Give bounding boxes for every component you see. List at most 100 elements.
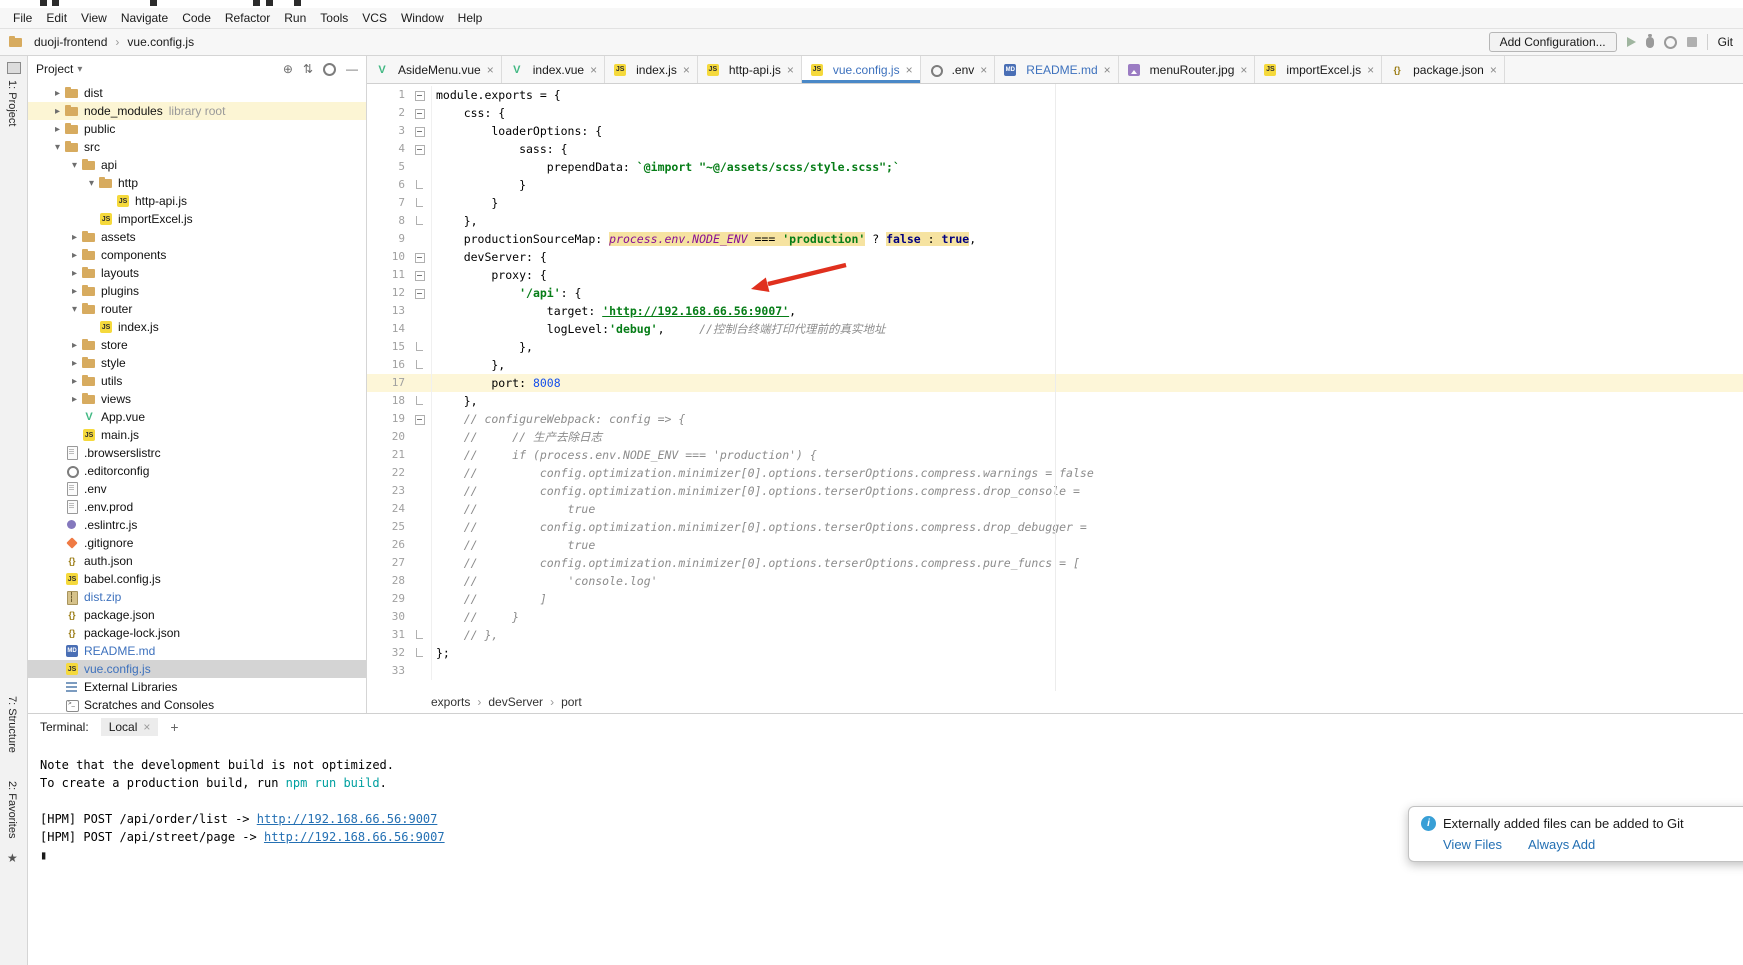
editor-tab[interactable]: package.json× — [1382, 56, 1505, 83]
tree-item[interactable]: .env — [28, 480, 366, 498]
tree-item[interactable]: ▸layouts — [28, 264, 366, 282]
terminal-tab-local[interactable]: Local × — [101, 718, 159, 736]
editor-tab[interactable]: index.js× — [605, 56, 698, 83]
tree-item[interactable]: package-lock.json — [28, 624, 366, 642]
tree-item[interactable]: auth.json — [28, 552, 366, 570]
tree-item[interactable]: index.js — [28, 318, 366, 336]
fold-start-icon[interactable] — [409, 248, 432, 266]
tab-close-icon[interactable]: × — [1104, 63, 1111, 77]
fold-end-icon[interactable] — [409, 392, 432, 410]
fold-end-icon[interactable] — [409, 644, 432, 662]
tree-item[interactable]: .env.prod — [28, 498, 366, 516]
chevron-down-icon[interactable]: ▾ — [68, 160, 81, 171]
fold-end-icon[interactable] — [409, 626, 432, 644]
tree-item[interactable]: README.md — [28, 642, 366, 660]
tree-item[interactable]: External Libraries — [28, 678, 366, 696]
chevron-right-icon[interactable]: ▸ — [68, 232, 81, 243]
stripe-favorites-button[interactable]: 2: Favorites — [6, 781, 18, 838]
menu-item-code[interactable]: Code — [175, 9, 218, 27]
run-icon[interactable] — [1627, 37, 1636, 47]
project-tool-icon[interactable] — [7, 62, 21, 74]
editor-tab[interactable]: importExcel.js× — [1255, 56, 1382, 83]
tree-item[interactable]: babel.config.js — [28, 570, 366, 588]
fold-start-icon[interactable] — [409, 122, 432, 140]
tab-close-icon[interactable]: × — [980, 63, 987, 77]
chevron-right-icon[interactable]: ▸ — [68, 358, 81, 369]
menu-item-view[interactable]: View — [74, 9, 114, 27]
chevron-right-icon[interactable]: ▸ — [68, 250, 81, 261]
tab-close-icon[interactable]: × — [1490, 63, 1497, 77]
menu-item-refactor[interactable]: Refactor — [218, 9, 277, 27]
debug-icon[interactable] — [1646, 37, 1654, 48]
fold-start-icon[interactable] — [409, 86, 432, 104]
project-view-selector[interactable]: Project — [36, 62, 73, 76]
tab-close-icon[interactable]: × — [787, 63, 794, 77]
chevron-right-icon[interactable]: ▸ — [68, 394, 81, 405]
tree-item[interactable]: ▾http — [28, 174, 366, 192]
stripe-structure-button[interactable]: 7: Structure — [6, 696, 18, 753]
breadcrumb-file[interactable]: vue.config.js — [127, 35, 194, 49]
editor-tab[interactable]: vue.config.js× — [802, 56, 921, 83]
tree-item[interactable]: ▸node_moduleslibrary root — [28, 102, 366, 120]
menu-item-navigate[interactable]: Navigate — [114, 9, 175, 27]
tree-item[interactable]: .browserslistrc — [28, 444, 366, 462]
tab-close-icon[interactable]: × — [487, 63, 494, 77]
fold-end-icon[interactable] — [409, 356, 432, 374]
editor-tab[interactable]: http-api.js× — [698, 56, 802, 83]
tree-item[interactable]: importExcel.js — [28, 210, 366, 228]
editor-tab[interactable]: README.md× — [995, 56, 1118, 83]
breadcrumb-project[interactable]: duoji-frontend — [34, 35, 107, 49]
settings-gear-icon[interactable] — [323, 63, 336, 76]
chevron-right-icon[interactable]: ▸ — [51, 124, 64, 135]
profiler-icon[interactable] — [1664, 36, 1677, 49]
chevron-right-icon[interactable]: ▸ — [51, 106, 64, 117]
editor-tab[interactable]: index.vue× — [502, 56, 605, 83]
add-configuration-button[interactable]: Add Configuration... — [1489, 32, 1617, 52]
tree-item[interactable]: ▾api — [28, 156, 366, 174]
fold-end-icon[interactable] — [409, 338, 432, 356]
favorites-star-icon[interactable]: ★ — [7, 851, 18, 865]
tree-item[interactable]: .editorconfig — [28, 462, 366, 480]
chevron-down-icon[interactable]: ▾ — [85, 178, 98, 189]
fold-end-icon[interactable] — [409, 176, 432, 194]
menu-item-edit[interactable]: Edit — [39, 9, 74, 27]
fold-end-icon[interactable] — [409, 212, 432, 230]
tree-item[interactable]: ▸public — [28, 120, 366, 138]
fold-start-icon[interactable] — [409, 410, 432, 428]
tree-item[interactable]: dist.zip — [28, 588, 366, 606]
tree-item[interactable]: Scratches and Consoles — [28, 696, 366, 713]
tree-item[interactable]: vue.config.js — [28, 660, 366, 678]
always-add-link[interactable]: Always Add — [1528, 837, 1595, 852]
chevron-right-icon[interactable]: ▸ — [51, 88, 64, 99]
fold-end-icon[interactable] — [409, 194, 432, 212]
hide-panel-icon[interactable]: — — [346, 62, 358, 76]
terminal-link[interactable]: http://192.168.66.56:9007 — [264, 830, 445, 844]
tree-item[interactable]: main.js — [28, 426, 366, 444]
tree-item[interactable]: ▸components — [28, 246, 366, 264]
locate-file-icon[interactable]: ⊕ — [283, 62, 293, 76]
new-terminal-icon[interactable]: + — [170, 719, 178, 735]
fold-start-icon[interactable] — [409, 140, 432, 158]
tree-item[interactable]: ▸dist — [28, 84, 366, 102]
chevron-right-icon[interactable]: ▸ — [68, 376, 81, 387]
view-files-link[interactable]: View Files — [1443, 837, 1502, 852]
code-editor[interactable]: 1module.exports = {2 css: {3 loaderOptio… — [367, 84, 1743, 691]
tree-item[interactable]: ▸utils — [28, 372, 366, 390]
menu-item-vcs[interactable]: VCS — [355, 9, 394, 27]
tree-item[interactable]: ▾src — [28, 138, 366, 156]
tab-close-icon[interactable]: × — [906, 63, 913, 77]
menu-item-run[interactable]: Run — [277, 9, 313, 27]
editor-tab[interactable]: menuRouter.jpg× — [1119, 56, 1256, 83]
stop-icon[interactable] — [1687, 37, 1697, 47]
tab-close-icon[interactable]: × — [683, 63, 690, 77]
tab-close-icon[interactable]: × — [590, 63, 597, 77]
stripe-project-button[interactable]: 1: Project — [6, 80, 18, 126]
terminal-link[interactable]: http://192.168.66.56:9007 — [257, 812, 438, 826]
fold-start-icon[interactable] — [409, 266, 432, 284]
tree-item[interactable]: http-api.js — [28, 192, 366, 210]
tree-item[interactable]: ▸store — [28, 336, 366, 354]
fold-start-icon[interactable] — [409, 104, 432, 122]
chevron-right-icon[interactable]: ▸ — [68, 268, 81, 279]
chevron-right-icon[interactable]: ▸ — [68, 286, 81, 297]
tree-item[interactable]: ▸assets — [28, 228, 366, 246]
